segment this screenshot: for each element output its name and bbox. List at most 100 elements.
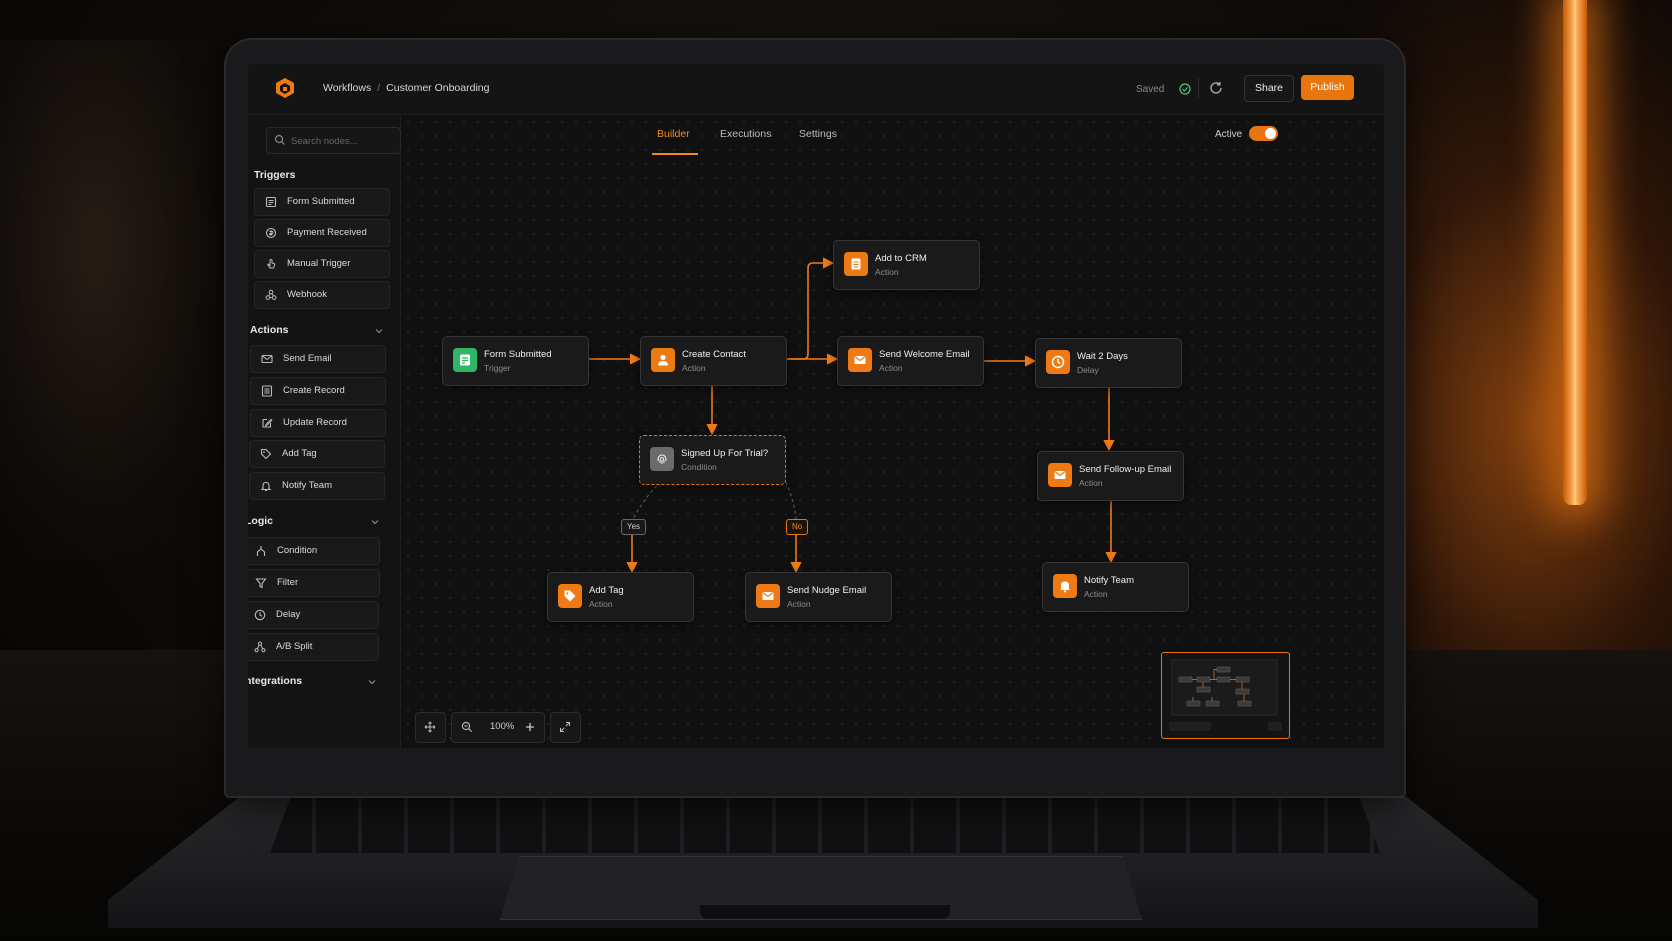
edit-icon	[262, 418, 273, 428]
user-icon	[651, 348, 675, 372]
edge-condition-to-no	[785, 481, 797, 520]
expand-icon	[560, 722, 570, 732]
mail-icon	[261, 354, 273, 364]
palette-item-payment-received[interactable]: Payment Received	[254, 219, 390, 247]
app-logo-icon[interactable]	[274, 77, 296, 99]
node-type: Action	[875, 267, 899, 277]
chevron-down-icon[interactable]	[370, 517, 380, 527]
node-title: Add Tag	[589, 585, 624, 596]
save-status: Saved	[1136, 84, 1165, 95]
section-title-actions: Actions	[250, 324, 289, 336]
palette-item-create-record[interactable]: Create Record	[250, 377, 386, 405]
record-icon	[844, 252, 868, 276]
minimap[interactable]	[1161, 652, 1290, 739]
palette-item-send-email[interactable]: Send Email	[250, 345, 386, 373]
divider	[1198, 78, 1199, 98]
tag-icon	[558, 584, 582, 608]
node-title: Add to CRM	[875, 253, 927, 264]
node-create-contact[interactable]: Create Contact Action	[640, 336, 787, 386]
palette-item-notify-team[interactable]: Notify Team	[249, 472, 385, 500]
palette-item-label: Payment Received	[287, 227, 367, 238]
node-send-nudge-email[interactable]: Send Nudge Email Action	[745, 572, 892, 622]
palette-item-label: Notify Team	[282, 480, 332, 491]
record-icon	[261, 385, 273, 397]
node-title: Wait 2 Days	[1077, 351, 1128, 362]
node-notify-team[interactable]: Notify Team Action	[1042, 562, 1189, 612]
move-icon	[424, 721, 436, 733]
share-button[interactable]: Share	[1244, 75, 1294, 102]
node-form-submitted[interactable]: Form Submitted Trigger	[442, 336, 589, 386]
node-wait-2-days[interactable]: Wait 2 Days Delay	[1035, 338, 1182, 388]
branch-label-no: No	[786, 519, 809, 535]
palette-item-label: Send Email	[283, 353, 332, 364]
node-send-follow-up-email[interactable]: Send Follow-up Email Action	[1037, 451, 1184, 501]
node-title: Send Welcome Email	[879, 349, 970, 360]
palette-item-form-submitted[interactable]: Form Submitted	[254, 188, 390, 216]
zoom-in-icon[interactable]	[524, 721, 536, 733]
breadcrumb-workflows[interactable]: Workflows	[323, 82, 371, 94]
node-title: Notify Team	[1084, 575, 1134, 586]
payment-icon	[265, 227, 277, 239]
palette-item-label: Form Submitted	[287, 196, 355, 207]
zoom-group: 100%	[451, 712, 545, 743]
palette-item-label: Condition	[277, 545, 318, 556]
palette-item-label: Delay	[276, 609, 301, 620]
node-type: Action	[787, 599, 811, 609]
form-icon	[453, 348, 477, 372]
search-box[interactable]	[266, 127, 401, 154]
branch-label-yes: Yes	[621, 519, 647, 535]
palette-item-delay[interactable]: Delay	[248, 601, 379, 629]
node-add-to-crm[interactable]: Add to CRM Action	[833, 240, 980, 290]
palette-item-ab-split[interactable]: A/B Split	[248, 633, 379, 661]
node-title: Form Submitted	[484, 349, 552, 360]
fingerprint-icon	[650, 447, 674, 471]
node-type: Action	[589, 599, 613, 609]
pan-button[interactable]	[415, 712, 446, 743]
chevron-down-icon[interactable]	[367, 677, 377, 687]
chevron-down-icon[interactable]	[374, 326, 384, 336]
zoom-level: 100%	[490, 721, 515, 732]
breadcrumb-current: Customer Onboarding	[386, 82, 490, 94]
palette-item-update-record[interactable]: Update Record	[250, 409, 386, 437]
node-palette-sidebar: Triggers Form Submitted Payment Received…	[248, 115, 401, 748]
section-title-logic: Logic	[248, 515, 273, 527]
clock-icon	[254, 609, 266, 621]
top-bar: Workflows / Customer Onboarding Saved Shar…	[248, 64, 1384, 115]
palette-item-add-tag[interactable]: Add Tag	[249, 440, 385, 468]
refresh-icon[interactable]	[1208, 80, 1224, 96]
search-icon	[274, 134, 285, 145]
form-icon	[265, 196, 277, 208]
search-input[interactable]	[289, 131, 398, 151]
minimap-preview	[1169, 659, 1282, 731]
app-window: Workflows / Customer Onboarding Saved Shar…	[248, 64, 1384, 748]
palette-item-condition[interactable]: Condition	[248, 537, 380, 565]
palette-item-label: Add Tag	[282, 448, 317, 459]
split-icon	[254, 641, 266, 653]
palette-item-filter[interactable]: Filter	[248, 569, 380, 597]
node-type: Action	[1084, 589, 1108, 599]
publish-button[interactable]: Publish	[1301, 75, 1354, 100]
node-title: Create Contact	[682, 349, 746, 360]
palette-item-manual-trigger[interactable]: Manual Trigger	[254, 250, 390, 278]
filter-icon	[255, 578, 267, 589]
node-send-welcome-email[interactable]: Send Welcome Email Action	[837, 336, 984, 386]
light-bar	[1563, 0, 1587, 505]
node-add-tag[interactable]: Add Tag Action	[547, 572, 694, 622]
palette-item-label: Create Record	[283, 385, 345, 396]
workflow-canvas[interactable]: Builder Executions Settings Active Form …	[401, 115, 1384, 748]
palette-item-label: Filter	[277, 577, 299, 588]
mail-icon	[756, 584, 780, 608]
webhook-icon	[265, 289, 277, 300]
node-type: Action	[682, 363, 706, 373]
zoom-out-icon[interactable]	[461, 721, 473, 733]
section-title-triggers: Triggers	[254, 169, 296, 181]
palette-item-webhook[interactable]: Webhook	[254, 281, 390, 309]
bell-icon	[260, 481, 272, 492]
fit-view-button[interactable]	[550, 712, 581, 743]
node-type: Action	[879, 363, 903, 373]
tag-icon	[260, 448, 272, 460]
node-title: Signed Up For Trial?	[681, 448, 769, 459]
palette-item-label: Manual Trigger	[287, 258, 351, 269]
section-title-integrations: Integrations	[248, 675, 303, 687]
node-signed-up-for-trial-condition[interactable]: Signed Up For Trial? Condition	[639, 435, 786, 485]
